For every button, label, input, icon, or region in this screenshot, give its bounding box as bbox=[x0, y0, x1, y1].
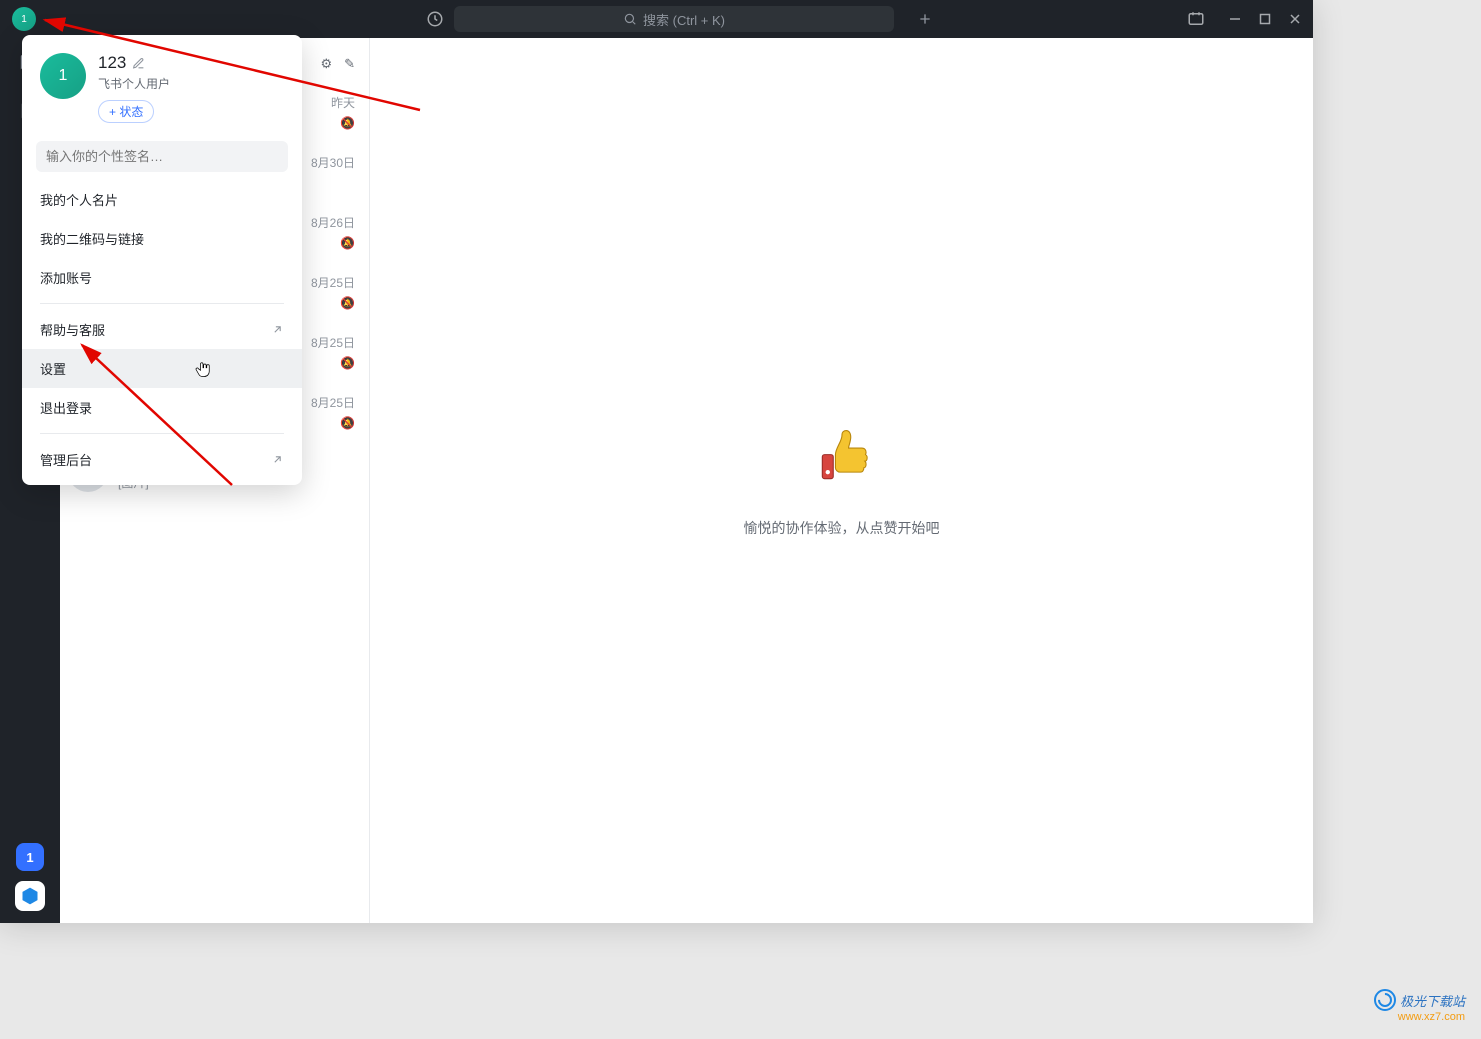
popup-subtitle: 飞书个人用户 bbox=[98, 75, 170, 92]
titlebar: 1 搜索 (Ctrl + K) bbox=[0, 0, 1313, 38]
popup-avatar[interactable]: 1 bbox=[40, 53, 86, 99]
thumbs-up-icon bbox=[807, 424, 877, 494]
watermark-logo-icon bbox=[1374, 989, 1396, 1011]
close-button[interactable] bbox=[1289, 13, 1301, 25]
profile-popup: 1 123 飞书个人用户 + 状态 我的个人名片 我的二维码与链接 添加账号 帮… bbox=[22, 35, 302, 485]
external-icon bbox=[271, 323, 284, 336]
sidebar-badge[interactable]: 1 bbox=[16, 843, 44, 871]
window-controls bbox=[1229, 13, 1301, 25]
menu-settings[interactable]: 设置 bbox=[22, 349, 302, 388]
menu-qrcode-link[interactable]: 我的二维码与链接 bbox=[22, 219, 302, 258]
main-tagline: 愉悦的协作体验，从点赞开始吧 bbox=[744, 518, 940, 538]
avatar-initial: 1 bbox=[21, 14, 27, 25]
edit-icon[interactable] bbox=[132, 57, 145, 70]
filter-icon[interactable]: ⚙ bbox=[320, 56, 332, 72]
avatar-button[interactable]: 1 bbox=[12, 7, 36, 31]
history-icon[interactable] bbox=[426, 10, 444, 28]
menu-add-account[interactable]: 添加账号 bbox=[22, 258, 302, 297]
watermark: 极光下载站 www.xz7.com bbox=[1374, 989, 1465, 1023]
maximize-button[interactable] bbox=[1259, 13, 1271, 25]
chat-time: 8月30日 bbox=[311, 154, 355, 171]
minimize-button[interactable] bbox=[1229, 13, 1241, 25]
menu-logout[interactable]: 退出登录 bbox=[22, 388, 302, 427]
chat-time: 8月26日 bbox=[311, 214, 355, 231]
main-panel: 愉悦的协作体验，从点赞开始吧 bbox=[370, 38, 1313, 923]
tool-icon[interactable] bbox=[1187, 10, 1205, 28]
mute-icon: 🔕 bbox=[340, 416, 355, 430]
app-launcher-icon[interactable] bbox=[15, 881, 45, 911]
search-input[interactable]: 搜索 (Ctrl + K) bbox=[454, 6, 894, 32]
external-icon bbox=[271, 453, 284, 466]
watermark-url: www.xz7.com bbox=[1398, 1011, 1465, 1023]
search-icon bbox=[623, 12, 637, 26]
mute-icon: 🔕 bbox=[340, 116, 355, 130]
mute-icon: 🔕 bbox=[340, 296, 355, 310]
popup-username: 123 bbox=[98, 53, 170, 73]
menu-help[interactable]: 帮助与客服 bbox=[22, 310, 302, 349]
chat-time: 8月25日 bbox=[311, 274, 355, 291]
signature-input[interactable] bbox=[36, 141, 288, 172]
menu-profile-card[interactable]: 我的个人名片 bbox=[22, 180, 302, 219]
chat-time: 8月25日 bbox=[311, 334, 355, 351]
search-placeholder: 搜索 (Ctrl + K) bbox=[643, 10, 725, 29]
menu-admin[interactable]: 管理后台 bbox=[22, 440, 302, 479]
mute-icon: 🔕 bbox=[340, 356, 355, 370]
new-button[interactable] bbox=[912, 6, 938, 32]
mute-icon: 🔕 bbox=[340, 236, 355, 250]
watermark-brand: 极光下载站 bbox=[1400, 991, 1465, 1010]
chat-time: 8月25日 bbox=[311, 394, 355, 411]
chat-time: 昨天 bbox=[331, 94, 355, 111]
new-chat-icon[interactable]: ✎ bbox=[344, 56, 355, 72]
status-button[interactable]: + 状态 bbox=[98, 100, 154, 123]
